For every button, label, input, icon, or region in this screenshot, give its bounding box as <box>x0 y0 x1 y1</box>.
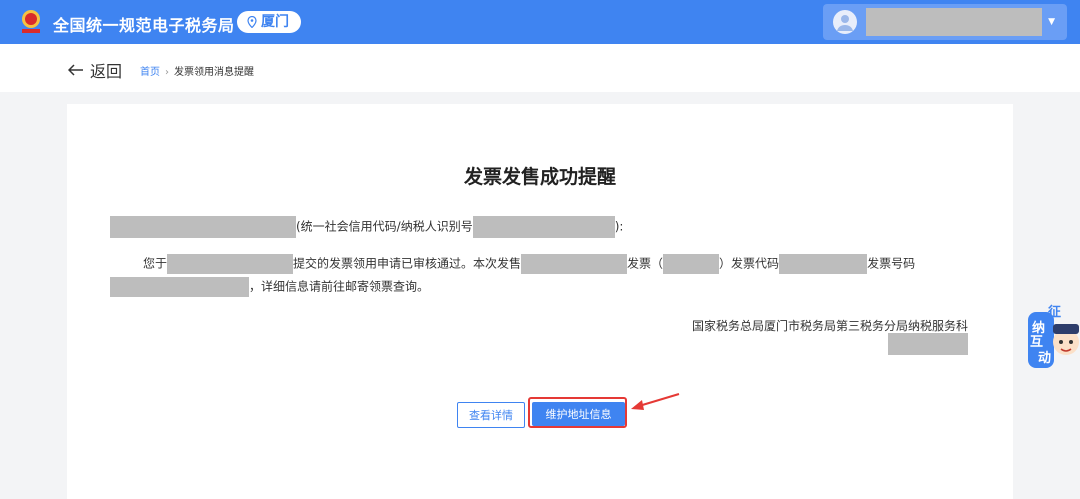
body-code-label: ）发票代码 <box>719 256 780 271</box>
mascot-char-3: 互 <box>1030 335 1043 350</box>
highlight-box <box>528 397 627 428</box>
user-menu[interactable]: ▼ <box>823 4 1067 40</box>
interaction-mascot[interactable]: 征 纳 互 动 <box>1024 302 1080 372</box>
credit-code-label: (统一社会信用代码/纳税人识别号 <box>296 219 473 234</box>
city-label: 厦门 <box>261 14 289 30</box>
site-title: 全国统一规范电子税务局 <box>53 16 235 35</box>
back-button[interactable]: 返回 <box>68 58 122 82</box>
body-prefix: 您于 <box>143 256 168 271</box>
nav-bar: 返回 首页 › 发票领用消息提醒 <box>0 44 1080 92</box>
credit-code-end: ): <box>614 219 624 234</box>
mascot-icon: 征 纳 互 动 <box>1028 304 1079 368</box>
submit-date-redacted <box>167 254 294 274</box>
notice-card: 发票发售成功提醒 (统一社会信用代码/纳税人识别号): 您于 提交的发票领用申请已… <box>67 104 1013 499</box>
arrow-left-icon <box>68 64 83 76</box>
credit-code-redacted <box>472 216 615 238</box>
breadcrumb-current: 发票领用消息提醒 <box>174 67 254 78</box>
signature: 国家税务总局厦门市税务局第三税务分局纳税服务科 <box>691 319 968 333</box>
mascot-char-1: 征 <box>1048 304 1061 320</box>
user-avatar-icon <box>837 15 853 31</box>
quantity-redacted <box>663 254 720 274</box>
breadcrumb-home[interactable]: 首页 <box>140 67 160 78</box>
back-label: 返回 <box>90 62 123 81</box>
invoice-type-redacted <box>521 254 628 274</box>
taxpayer-line: (统一社会信用代码/纳税人识别号): <box>110 216 623 238</box>
body-tail: ，详细信息请前往邮寄领票查询。 <box>249 279 430 294</box>
signature-date-redacted <box>888 333 968 355</box>
city-selector[interactable]: 厦门 <box>237 11 301 33</box>
mascot-char-4: 动 <box>1038 351 1051 366</box>
user-name-redacted <box>866 8 1042 36</box>
invoice-number-redacted <box>110 277 249 297</box>
body-submitted: 提交的发票领用申请已审核通过。本次发售 <box>293 256 522 271</box>
body-number-label: 发票号码 <box>867 256 916 271</box>
notice-title: 发票发售成功提醒 <box>463 166 616 188</box>
breadcrumb: 首页 › 发票领用消息提醒 <box>140 63 254 78</box>
body-line-2: ，详细信息请前往邮寄领票查询。 <box>110 277 429 297</box>
caret-down-icon[interactable]: ▼ <box>1048 17 1055 27</box>
annotation-arrow-icon <box>631 393 680 410</box>
mascot-char-2: 纳 <box>1032 320 1045 336</box>
top-bar: 全国统一规范电子税务局 厦门 ▼ <box>0 0 1080 44</box>
location-pin-icon <box>247 16 257 28</box>
tax-emblem-icon <box>22 10 40 33</box>
body-line-1: 您于 提交的发票领用申请已审核通过。本次发售 发票（ ）发票代码 发票号码 <box>143 254 915 274</box>
view-details-button[interactable]: 查看详情 <box>457 402 525 428</box>
body-invoice: 发票（ <box>627 256 664 271</box>
taxpayer-name-redacted <box>110 216 296 238</box>
breadcrumb-separator: › <box>165 67 169 78</box>
invoice-code-redacted <box>779 254 868 274</box>
avatar <box>833 10 857 34</box>
